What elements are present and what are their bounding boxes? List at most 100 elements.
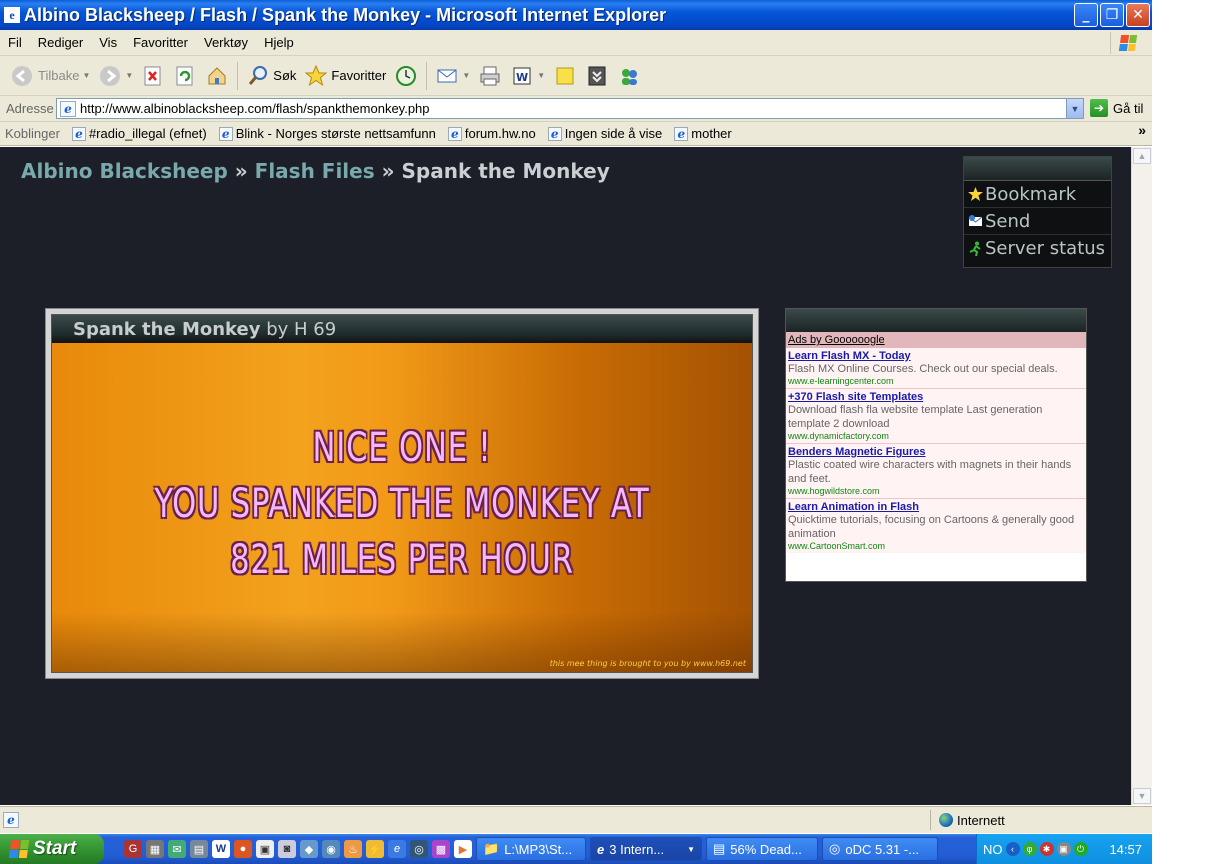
ads-title-label[interactable]: Ads by Goooooogle	[788, 334, 885, 346]
links-item[interactable]: e Ingen side å vise	[542, 126, 669, 141]
ad-item[interactable]: Learn Flash MX - Today Flash MX Online C…	[786, 348, 1086, 389]
close-button[interactable]: ✕	[1126, 3, 1150, 27]
home-button[interactable]	[201, 60, 233, 92]
tray-app-icon[interactable]: ⏻	[1073, 842, 1088, 856]
history-button[interactable]	[390, 60, 422, 92]
word-icon[interactable]: W	[212, 840, 230, 858]
breadcrumb-site-link[interactable]: Albino Blacksheep	[21, 159, 228, 183]
tray-expand-icon[interactable]: ‹	[1005, 842, 1020, 856]
back-button[interactable]: Tilbake ▼	[6, 60, 94, 92]
ad-headline[interactable]: Learn Flash MX - Today	[788, 350, 1084, 362]
edit-button[interactable]: W ▼	[506, 60, 549, 92]
bookmark-link[interactable]: Bookmark	[964, 181, 1111, 208]
minimize-button[interactable]: _	[1074, 3, 1098, 27]
taskbar-item[interactable]: ◎ oDC 5.31 -...	[822, 837, 938, 861]
app-launcher-icon[interactable]: ✉	[168, 840, 186, 858]
research-button[interactable]	[581, 60, 613, 92]
messenger-button[interactable]	[613, 60, 645, 92]
taskbar-item[interactable]: 📁 L:\MP3\St...	[476, 837, 586, 861]
back-dropdown-icon[interactable]: ▼	[82, 71, 90, 80]
ad-url[interactable]: www.e-learningcenter.com	[788, 376, 1084, 386]
menu-file[interactable]: Fil	[0, 35, 30, 50]
mail-button[interactable]: ▼	[431, 60, 474, 92]
print-button[interactable]	[474, 60, 506, 92]
app-launcher-icon[interactable]: ▶	[454, 840, 472, 858]
scroll-up-arrow-icon[interactable]: ▲	[1133, 148, 1151, 164]
menu-favorites[interactable]: Favoritter	[125, 35, 196, 50]
ad-url[interactable]: www.CartoonSmart.com	[788, 541, 1084, 551]
forward-dropdown-icon[interactable]: ▼	[125, 71, 133, 80]
ad-headline[interactable]: Learn Animation in Flash	[788, 501, 1084, 513]
mail-dropdown-icon[interactable]: ▼	[462, 71, 470, 80]
vertical-scrollbar[interactable]: ▲ ▼	[1131, 147, 1152, 805]
app-launcher-icon[interactable]: ♨	[344, 840, 362, 858]
app-launcher-icon[interactable]: ▤	[190, 840, 208, 858]
scroll-down-arrow-icon[interactable]: ▼	[1133, 788, 1151, 804]
back-arrow-icon	[10, 64, 34, 88]
menu-help[interactable]: Hjelp	[256, 35, 302, 50]
clock[interactable]: 14:57	[1109, 842, 1142, 857]
app-launcher-icon[interactable]: G	[124, 840, 142, 858]
flash-game-stage[interactable]: NICE ONE ! YOU SPANKED THE MONKEY AT 821…	[52, 343, 752, 672]
language-indicator[interactable]: NO	[983, 842, 1003, 857]
address-url[interactable]: http://www.albinoblacksheep.com/flash/sp…	[80, 101, 430, 116]
flash-title-bar: Spank the Monkey by H 69	[52, 315, 752, 343]
windows-logo-icon	[1110, 32, 1144, 54]
start-button[interactable]: Start	[0, 834, 104, 864]
tray-app-icon[interactable]: ✱	[1039, 842, 1054, 856]
favorites-button[interactable]: Favoritter	[300, 60, 390, 92]
links-item[interactable]: e forum.hw.no	[442, 126, 542, 141]
app-launcher-icon[interactable]: ▣	[256, 840, 274, 858]
menu-tools[interactable]: Verktøy	[196, 35, 256, 50]
app-launcher-icon[interactable]: ◆	[300, 840, 318, 858]
menu-bar: Fil Rediger Vis Favoritter Verktøy Hjelp	[0, 30, 1152, 56]
forward-button[interactable]: ▼	[94, 60, 137, 92]
refresh-button[interactable]	[169, 60, 201, 92]
ad-item[interactable]: +370 Flash site Templates Download flash…	[786, 389, 1086, 444]
server-status-link[interactable]: Server status	[964, 235, 1111, 262]
start-label: Start	[33, 838, 77, 859]
links-more-chevron-icon[interactable]: »	[1138, 122, 1146, 138]
game-credit[interactable]: this mee thing is brought to you by www.…	[550, 659, 746, 668]
menu-view[interactable]: Vis	[91, 35, 125, 50]
app-launcher-icon[interactable]: ⚡	[366, 840, 384, 858]
edit-dropdown-icon[interactable]: ▼	[537, 71, 545, 80]
app-launcher-icon[interactable]: ◙	[278, 840, 296, 858]
app-launcher-icon[interactable]: ●	[234, 840, 252, 858]
links-item[interactable]: e Blink - Norges største nettsamfunn	[213, 126, 442, 141]
app-launcher-icon[interactable]: ▩	[432, 840, 450, 858]
go-button[interactable]: ➔ Gå til	[1090, 99, 1143, 117]
address-input[interactable]: e http://www.albinoblacksheep.com/flash/…	[56, 98, 1084, 119]
ad-headline[interactable]: Benders Magnetic Figures	[788, 446, 1084, 458]
menu-edit[interactable]: Rediger	[30, 35, 92, 50]
app-launcher-icon[interactable]: ◉	[322, 840, 340, 858]
taskbar-item[interactable]: e 3 Intern... ▼	[590, 837, 702, 861]
ad-description: Plastic coated wire characters with magn…	[788, 459, 1072, 485]
ads-title[interactable]: Ads by Goooooogle	[786, 332, 1086, 348]
stop-button[interactable]	[137, 60, 169, 92]
notes-button[interactable]	[549, 60, 581, 92]
app-launcher-icon[interactable]: ◎	[410, 840, 428, 858]
ad-headline[interactable]: +370 Flash site Templates	[788, 391, 1084, 403]
ad-item[interactable]: Learn Animation in Flash Quicktime tutor…	[786, 499, 1086, 553]
taskbar-item[interactable]: ▤ 56% Dead...	[706, 837, 818, 861]
ad-url[interactable]: www.hogwildstore.com	[788, 486, 1084, 496]
app-launcher-icon[interactable]: ▦	[146, 840, 164, 858]
window-titlebar[interactable]: e Albino Blacksheep / Flash / Spank the …	[0, 0, 1152, 30]
ad-item[interactable]: Benders Magnetic Figures Plastic coated …	[786, 444, 1086, 499]
flash-title: Spank the Monkey	[73, 318, 261, 340]
address-dropdown-icon[interactable]: ▼	[1066, 99, 1083, 118]
breadcrumb-section-link[interactable]: Flash Files	[255, 159, 375, 183]
links-item[interactable]: e mother	[668, 126, 737, 141]
security-zone[interactable]: Internett	[930, 810, 1150, 830]
send-link[interactable]: Send	[964, 208, 1111, 235]
system-tray: NO ‹ φ ✱ ▣ ⏻ 14:57	[976, 834, 1152, 864]
network-icon[interactable]: ▣	[1056, 842, 1071, 856]
links-item[interactable]: e #radio_illegal (efnet)	[66, 126, 213, 141]
group-dropdown-icon[interactable]: ▼	[687, 845, 695, 854]
restore-button[interactable]: ❐	[1100, 3, 1124, 27]
search-button[interactable]: Søk	[242, 60, 300, 92]
ie-icon[interactable]: e	[388, 840, 406, 858]
ad-url[interactable]: www.dynamicfactory.com	[788, 431, 1084, 441]
tray-app-icon[interactable]: φ	[1022, 842, 1037, 856]
